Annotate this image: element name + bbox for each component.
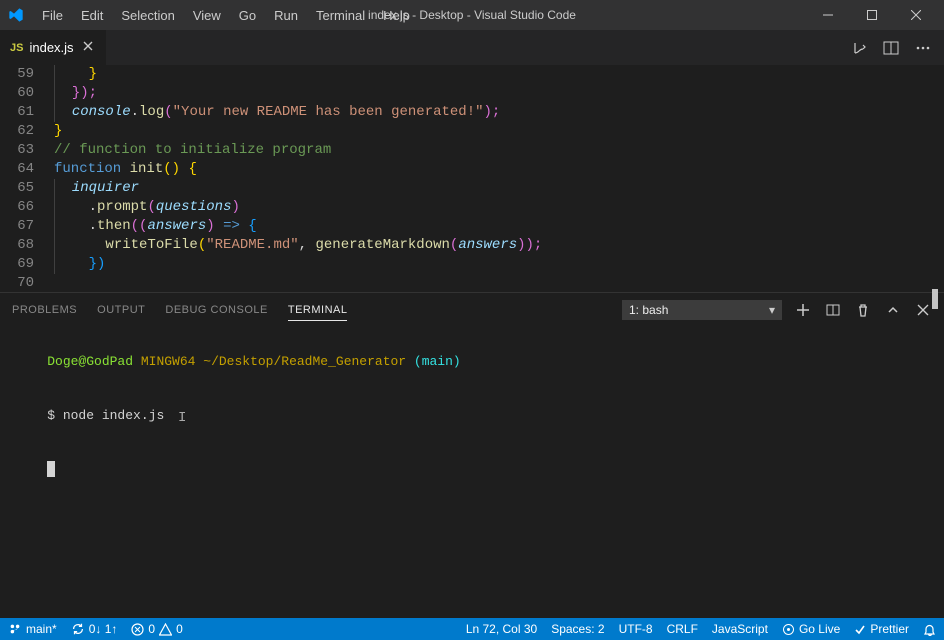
line-number: 67	[0, 217, 34, 236]
line-number: 60	[0, 84, 34, 103]
status-eol[interactable]: CRLF	[667, 622, 698, 636]
scrollbar-marker[interactable]	[932, 289, 938, 309]
maximize-button[interactable]	[852, 1, 892, 29]
line-number: 68	[0, 236, 34, 255]
code-editor[interactable]: 59 60 61 62 63 64 65 66 67 68 69 70 } })…	[0, 65, 944, 292]
line-number: 62	[0, 122, 34, 141]
compare-changes-icon[interactable]	[850, 39, 868, 57]
new-terminal-icon[interactable]	[794, 301, 812, 319]
line-number: 63	[0, 141, 34, 160]
code-content[interactable]: } }); console.log("Your new README has b…	[50, 65, 944, 292]
panel-tab-debug-console[interactable]: DEBUG CONSOLE	[165, 300, 267, 321]
close-button[interactable]	[896, 1, 936, 29]
line-number: 69	[0, 255, 34, 274]
terminal-cursor-line	[16, 443, 928, 497]
editor-tabs-bar: JS index.js	[0, 30, 944, 65]
split-terminal-icon[interactable]	[824, 301, 842, 319]
kill-terminal-icon[interactable]	[854, 301, 872, 319]
close-panel-icon[interactable]	[914, 301, 932, 319]
text-cursor-icon: I	[178, 409, 186, 427]
panel-tab-terminal[interactable]: TERMINAL	[288, 300, 348, 321]
menu-run[interactable]: Run	[266, 4, 306, 27]
line-number: 70	[0, 274, 34, 293]
tab-index-js[interactable]: JS index.js	[0, 30, 107, 65]
tab-close-icon[interactable]	[80, 38, 96, 57]
line-number: 65	[0, 179, 34, 198]
panel-tab-output[interactable]: OUTPUT	[97, 300, 145, 321]
menu-bar: File Edit Selection View Go Run Terminal…	[8, 4, 418, 27]
menu-terminal[interactable]: Terminal	[308, 4, 373, 27]
more-actions-icon[interactable]	[914, 39, 932, 57]
status-problems[interactable]: 0 0	[131, 622, 182, 636]
menu-edit[interactable]: Edit	[73, 4, 111, 27]
line-number: 59	[0, 65, 34, 84]
status-language[interactable]: JavaScript	[712, 622, 768, 636]
minimize-button[interactable]	[808, 1, 848, 29]
title-bar: File Edit Selection View Go Run Terminal…	[0, 0, 944, 30]
menu-go[interactable]: Go	[231, 4, 264, 27]
menu-view[interactable]: View	[185, 4, 229, 27]
maximize-panel-icon[interactable]	[884, 301, 902, 319]
js-file-icon: JS	[10, 42, 23, 54]
line-number: 61	[0, 103, 34, 122]
line-number: 64	[0, 160, 34, 179]
status-sync[interactable]: 0↓ 1↑	[71, 622, 118, 636]
menu-selection[interactable]: Selection	[113, 4, 182, 27]
status-bar: main* 0↓ 1↑ 0 0 Ln 72, Col 30 Spaces: 2 …	[0, 618, 944, 640]
terminal-selector[interactable]: 1: bash	[622, 300, 782, 320]
terminal-line: $ node index.js	[16, 389, 928, 443]
status-encoding[interactable]: UTF-8	[619, 622, 653, 636]
menu-file[interactable]: File	[34, 4, 71, 27]
terminal-line: Doge@GodPad MINGW64 ~/Desktop/ReadMe_Gen…	[16, 335, 928, 389]
status-prettier[interactable]: Prettier	[854, 622, 909, 636]
panel-header: PROBLEMS OUTPUT DEBUG CONSOLE TERMINAL 1…	[0, 292, 944, 327]
window-title: index.js - Desktop - Visual Studio Code	[368, 8, 576, 22]
panel-tab-problems[interactable]: PROBLEMS	[12, 300, 77, 321]
line-number-gutter: 59 60 61 62 63 64 65 66 67 68 69 70	[0, 65, 50, 292]
status-branch[interactable]: main*	[8, 622, 57, 636]
status-indentation[interactable]: Spaces: 2	[551, 622, 604, 636]
terminal-panel[interactable]: Doge@GodPad MINGW64 ~/Desktop/ReadMe_Gen…	[0, 327, 944, 618]
status-notifications-icon[interactable]	[923, 623, 936, 636]
vscode-logo-icon	[8, 7, 24, 23]
terminal-cursor	[47, 461, 55, 477]
line-number: 66	[0, 198, 34, 217]
status-cursor-position[interactable]: Ln 72, Col 30	[466, 622, 537, 636]
tab-label: index.js	[29, 40, 73, 55]
split-editor-icon[interactable]	[882, 39, 900, 57]
status-go-live[interactable]: Go Live	[782, 622, 840, 636]
